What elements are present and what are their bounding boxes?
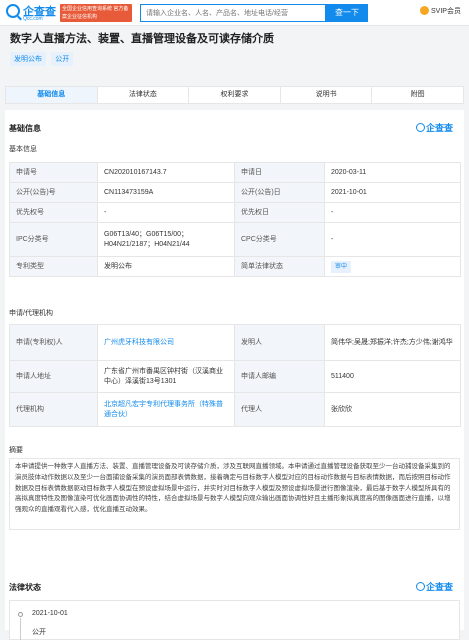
svip-member-link[interactable]: SVIP会员 — [420, 6, 461, 16]
label-cpc: CPC分类号 — [234, 222, 325, 257]
abstract-title: 摘要 — [9, 447, 23, 454]
value-priority-no: - — [97, 202, 235, 223]
value-applicant: 广州虎牙科技有限公司 — [97, 324, 235, 361]
agency-link[interactable]: 北京超凡宏宇专利代理事务所（特殊普通合伙） — [104, 401, 223, 418]
legal-status-timeline: 2021-10-01 公开 — [9, 600, 460, 640]
label-priority-no: 优先权号 — [9, 202, 98, 223]
status-badge: 审中 — [331, 260, 352, 273]
label-agency: 代理机构 — [9, 392, 98, 427]
basic-info-panel: 基础信息 企查查 基本信息 申请号 CN202010167143.7 申请日 2… — [5, 110, 464, 630]
qcc-logo[interactable]: 企查查 Qcc.com — [6, 3, 58, 23]
value-application-no: CN202010167143.7 — [97, 162, 235, 183]
tab-basic-info[interactable]: 基础信息 — [6, 87, 98, 103]
tag-status: 公开 — [51, 52, 74, 66]
value-inventor: 简伟华;吴晟;郑振洋;许杰;方少伟;谢鸿华 — [324, 324, 461, 361]
applicant-table: 申请(专利权)人 广州虎牙科技有限公司 发明人 简伟华;吴晟;郑振洋;许杰;方少… — [9, 324, 461, 427]
value-application-date: 2020-03-11 — [324, 162, 461, 183]
value-cpc: - — [324, 222, 461, 257]
label-ipc: IPC分类号 — [9, 222, 98, 257]
qcc-watermark-legal: 企查查 — [416, 580, 453, 593]
top-bar: 企查查 Qcc.com 全国企业信用查询系统 官方备案企业征信机构 查一下 SV… — [0, 0, 469, 26]
label-legal-status-simple: 简单法律状态 — [234, 256, 325, 277]
label-priority-date: 优先权日 — [234, 202, 325, 223]
table-row: 优先权号 - 优先权日 - — [9, 202, 461, 223]
timeline-date: 2021-10-01 — [32, 610, 68, 617]
table-row: 代理机构 北京超凡宏宇专利代理事务所（特殊普通合伙） 代理人 张欣欣 — [9, 392, 461, 427]
table-row: 申请(专利权)人 广州虎牙科技有限公司 发明人 简伟华;吴晟;郑振洋;许杰;方少… — [9, 324, 461, 361]
sub-title-basic: 基本信息 — [9, 146, 37, 153]
value-agent: 张欣欣 — [324, 392, 461, 427]
vip-crown-icon — [420, 6, 429, 15]
tab-drawings[interactable]: 附图 — [372, 87, 463, 103]
search-input[interactable] — [140, 4, 326, 22]
table-row: 专利类型 发明公布 简单法律状态 审中 — [9, 256, 461, 277]
tab-legal-status[interactable]: 法律状态 — [98, 87, 190, 103]
table-row: 申请号 CN202010167143.7 申请日 2020-03-11 — [9, 162, 461, 183]
table-row: IPC分类号 G06T13/40；G06T15/00；H04N21/2187；H… — [9, 222, 461, 257]
label-patent-type: 专利类型 — [9, 256, 98, 277]
value-publication-date: 2021-10-01 — [324, 182, 461, 203]
label-inventor: 发明人 — [234, 324, 325, 361]
tab-claims[interactable]: 权利要求 — [189, 87, 281, 103]
brand-text: 企查查 — [426, 123, 454, 133]
label-applicant-address: 申请人地址 — [9, 360, 98, 393]
detail-tabs: 基础信息 法律状态 权利要求 说明书 附图 — [5, 86, 464, 104]
label-applicant: 申请(专利权)人 — [9, 324, 98, 361]
applicant-link[interactable]: 广州虎牙科技有限公司 — [104, 339, 174, 346]
timeline-line — [20, 618, 21, 640]
value-priority-date: - — [324, 202, 461, 223]
label-application-no: 申请号 — [9, 162, 98, 183]
section-title-basic: 基础信息 — [9, 124, 41, 133]
label-publication-no: 公开(公告)号 — [9, 182, 98, 203]
value-agency: 北京超凡宏宇专利代理事务所（特殊普通合伙） — [97, 392, 235, 427]
table-row: 申请人地址 广东省广州市番禺区钟村街（汉溪商业中心）泽溪街13号1301 申请人… — [9, 360, 461, 393]
label-publication-date: 公开(公告)日 — [234, 182, 325, 203]
vip-label: SVIP会员 — [431, 8, 461, 15]
patent-tags: 发明公布 公开 — [10, 52, 76, 66]
value-applicant-address: 广东省广州市番禺区钟村街（汉溪商业中心）泽溪街13号1301 — [97, 360, 235, 393]
magnifier-logo-icon — [6, 4, 20, 18]
value-ipc: G06T13/40；G06T15/00；H04N21/2187；H04N21/4… — [97, 222, 235, 257]
value-publication-no: CN113473159A — [97, 182, 235, 203]
value-patent-type: 发明公布 — [97, 256, 235, 277]
value-legal-status-simple: 审中 — [324, 256, 461, 277]
timeline-dot-icon — [18, 612, 23, 617]
brand-text: 企查查 — [426, 582, 454, 592]
qcc-watermark: 企查查 — [416, 121, 453, 134]
label-agent: 代理人 — [234, 392, 325, 427]
sub-title-applicant: 申请/代理机构 — [9, 310, 53, 317]
patent-title: 数字人直播方法、装置、直播管理设备及可读存储介质 — [10, 33, 274, 45]
label-application-date: 申请日 — [234, 162, 325, 183]
search-button[interactable]: 查一下 — [326, 4, 368, 22]
basic-info-table: 申请号 CN202010167143.7 申请日 2020-03-11 公开(公… — [9, 162, 461, 277]
qcc-brand-icon — [416, 123, 425, 132]
timeline-event: 公开 — [32, 629, 46, 636]
logo-subtext: Qcc.com — [23, 16, 43, 22]
value-postcode: 511400 — [324, 360, 461, 393]
tab-description[interactable]: 说明书 — [281, 87, 373, 103]
label-postcode: 申请人邮编 — [234, 360, 325, 393]
qcc-brand-icon — [416, 582, 425, 591]
table-row: 公开(公告)号 CN113473159A 公开(公告)日 2021-10-01 — [9, 182, 461, 203]
abstract-text: 本申请提供一种数字人直播方法、装置、直播管理设备及可读存储介质，涉及互联网直播领… — [9, 458, 460, 530]
legal-status-title: 法律状态 — [9, 583, 41, 592]
tag-publication-type: 发明公布 — [10, 52, 46, 66]
credit-notice-badge: 全国企业信用查询系统 官方备案企业征信机构 — [60, 4, 132, 22]
